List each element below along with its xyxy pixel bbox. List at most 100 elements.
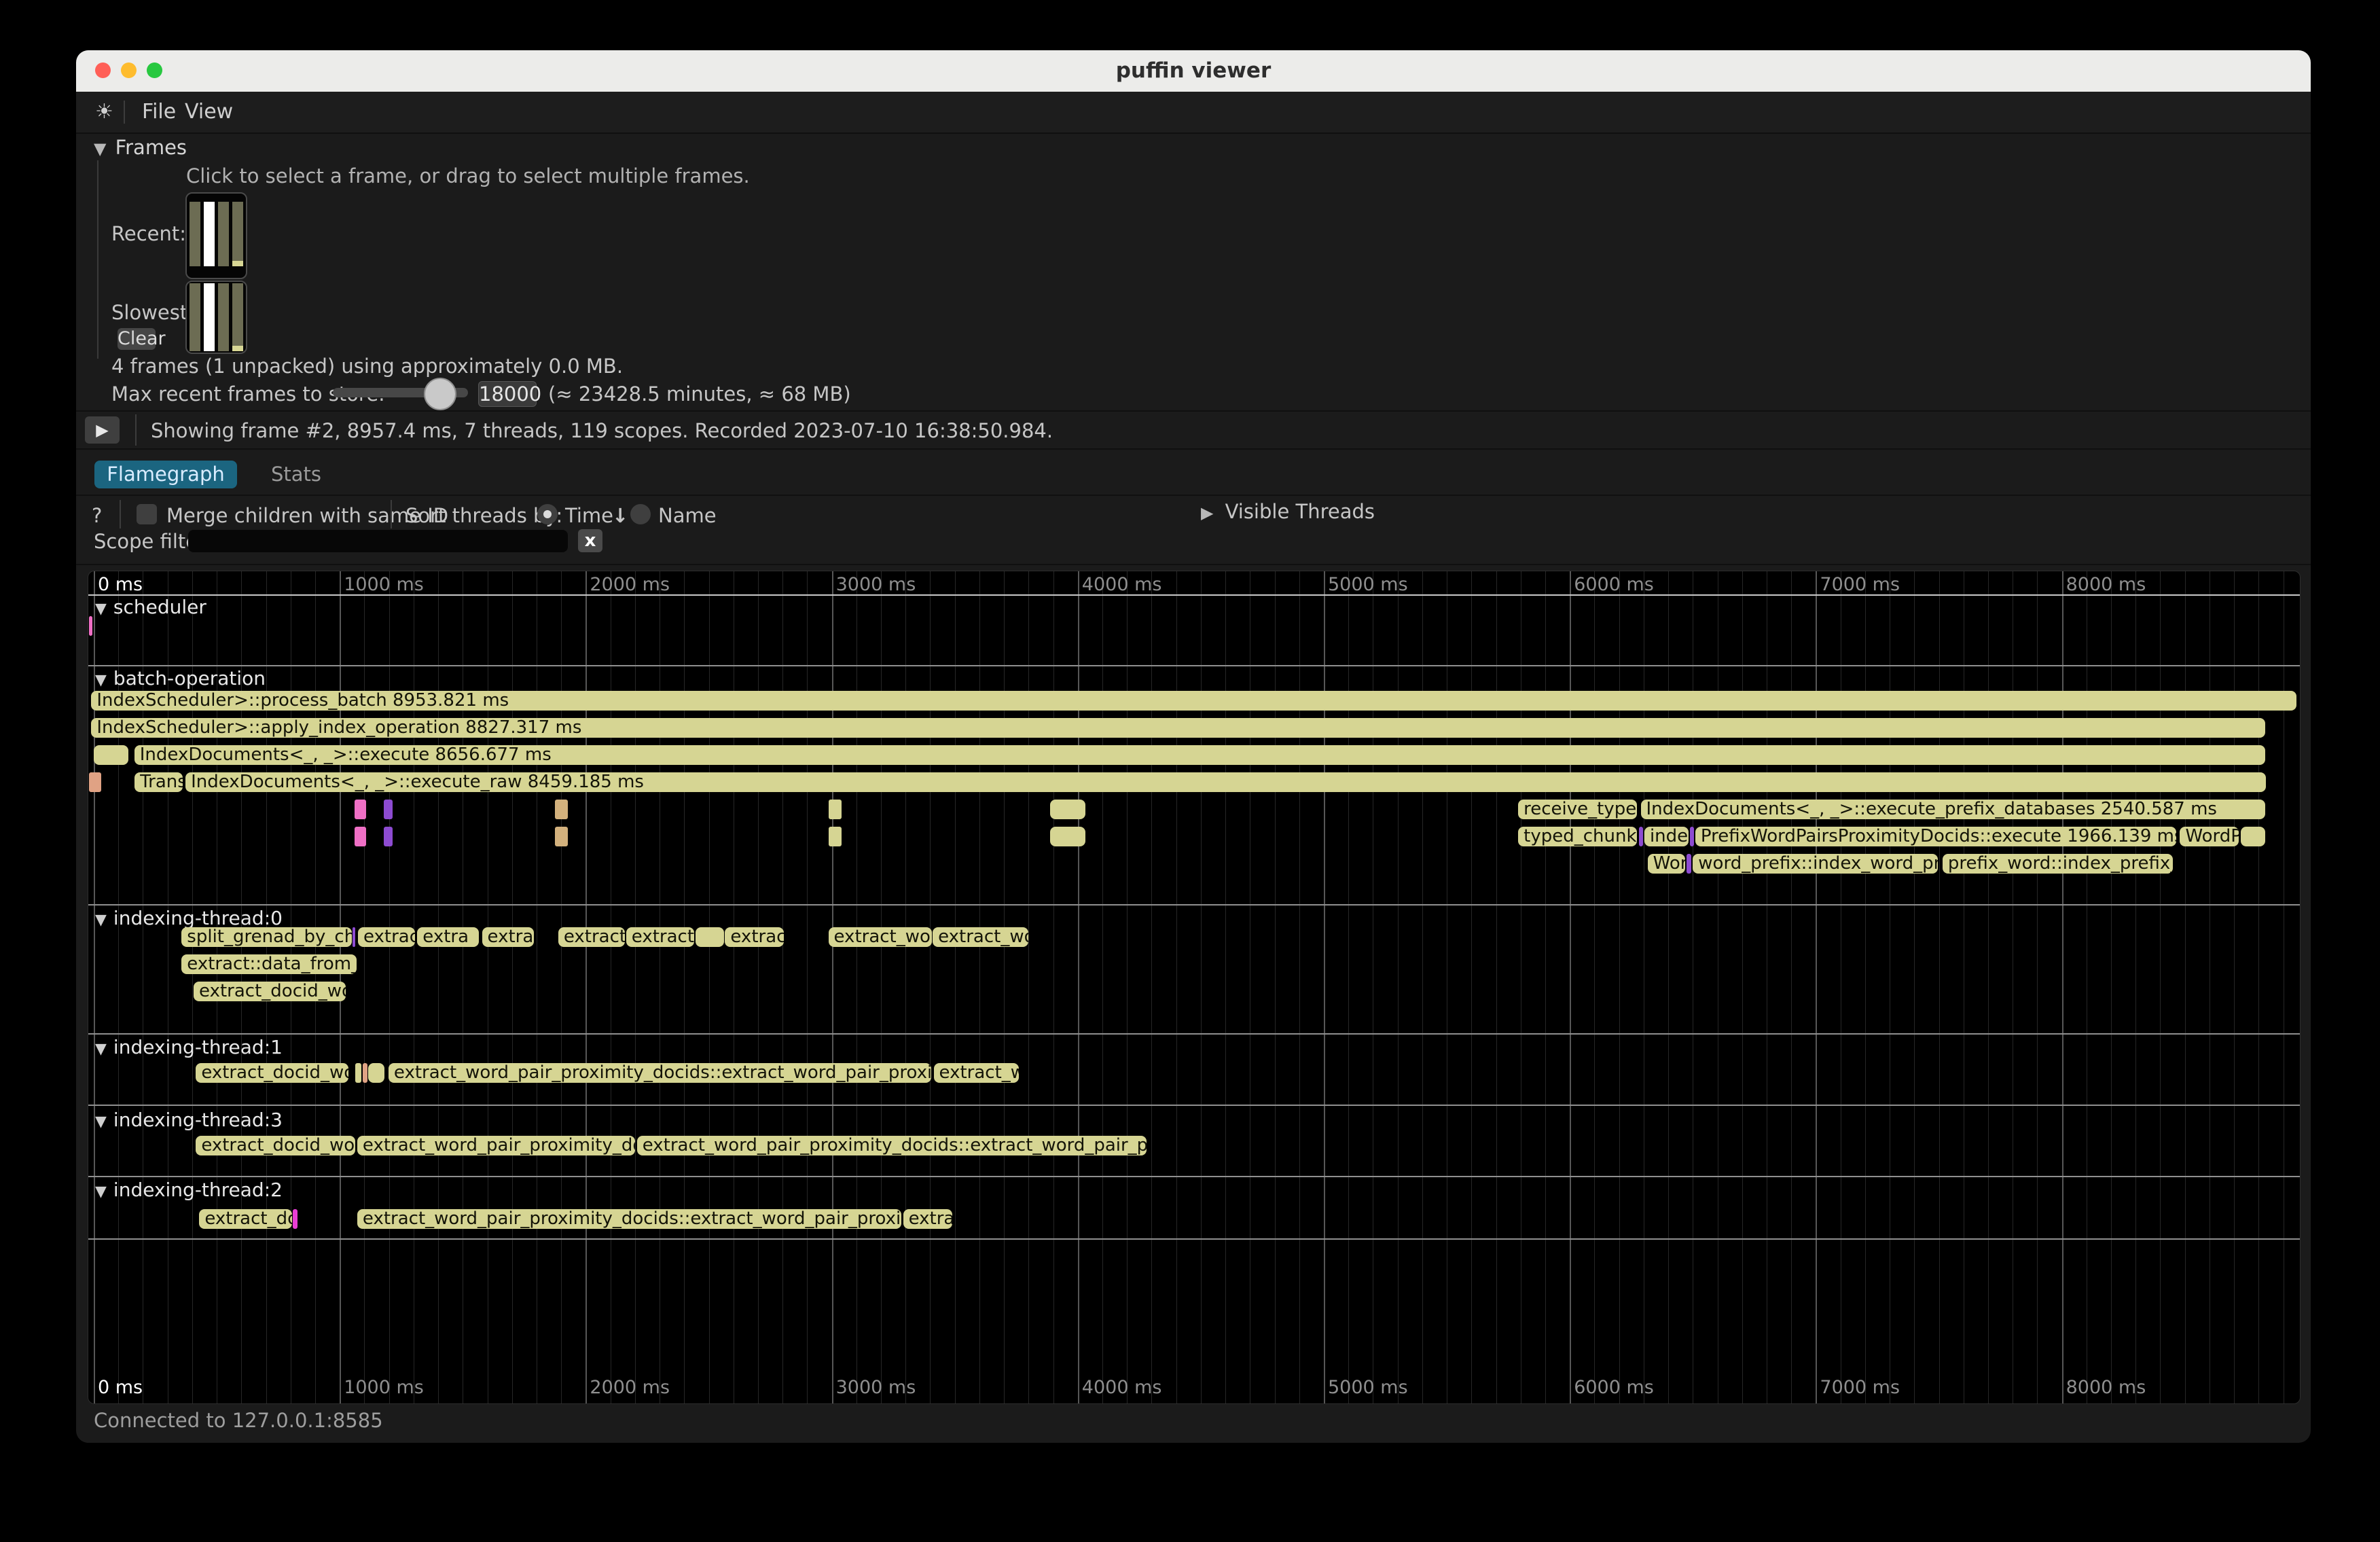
scope-bar[interactable] [94,745,128,765]
thread-header[interactable]: ▼batch-operation [95,667,266,689]
frame-bar[interactable] [232,283,243,351]
scope-bar[interactable] [355,1063,361,1083]
scope-bar[interactable]: extract_ [626,927,695,947]
slowest-thumbnail[interactable] [185,281,247,354]
scope-bar[interactable] [384,800,393,819]
scope-bar[interactable]: extract [358,927,415,947]
scope-bar[interactable]: extract_docid_word [196,1063,348,1083]
scope-bar[interactable]: word_prefix::index_word_prefix_ [1693,854,1938,874]
scope-bar[interactable] [355,827,366,846]
frame-bar[interactable] [190,202,200,266]
collapse-triangle-icon: ▼ [95,672,107,689]
scope-bar[interactable]: IndexDocuments<_, _>::execute 8656.677 m… [134,745,2265,765]
scope-bar[interactable] [1050,827,1085,846]
scope-bar[interactable]: extract_doc [199,1209,292,1229]
frame-bar[interactable] [204,283,215,351]
sort-name-label[interactable]: Name [658,504,717,527]
play-button[interactable]: ▶ [85,416,120,444]
scope-bar[interactable]: WordPr [2180,827,2238,846]
theme-toggle-sun-icon[interactable]: ☀ [95,92,113,132]
frame-status: Showing frame #2, 8957.4 ms, 7 threads, … [151,419,1053,442]
scope-bar[interactable]: index [1644,827,1689,846]
scope-bar[interactable]: extract_wo [934,1063,1019,1083]
frame-bar[interactable] [190,283,200,351]
scope-bar[interactable]: extract [725,927,784,947]
thread-header[interactable]: ▼indexing-thread:1 [95,1036,283,1058]
scope-bar[interactable]: extract_word_pair_proximity_docids::extr… [389,1063,931,1083]
frames-collapse-header[interactable]: ▼ Frames [94,136,187,159]
scope-bar[interactable] [355,800,366,819]
scope-bar[interactable]: extract_docid_word [194,982,346,1001]
scope-bar[interactable]: extract_wo [933,927,1028,947]
sort-name-radio[interactable] [630,504,651,524]
scope-bar[interactable] [363,1063,367,1083]
scope-bar[interactable] [1050,800,1085,819]
scope-bar[interactable] [829,827,842,846]
thread-header[interactable]: ▼indexing-thread:2 [95,1179,283,1201]
menu-view[interactable]: View [185,92,233,132]
scope-bar[interactable]: extract_docid_word [196,1136,355,1155]
flamegraph-panel[interactable]: 0 ms1000 ms2000 ms3000 ms4000 ms5000 ms6… [88,571,2301,1404]
scope-bar[interactable]: receive_typed_ [1518,800,1637,819]
scope-bar[interactable]: Trans [134,772,183,792]
max-frames-value[interactable]: 18000 [478,381,537,407]
app-window: puffin viewer ☀ File View ▼ Frames Click… [76,50,2311,1443]
sort-time-label[interactable]: Time [565,504,613,527]
menubar: ☀ File View [76,92,2311,134]
scope-bar[interactable]: extra [417,927,479,947]
scope-bar[interactable]: PrefixWordPairsProximityDocids::execute … [1695,827,2176,846]
visible-threads-header[interactable]: ▶ Visible Threads [1201,500,1375,523]
menu-file[interactable]: File [142,92,176,132]
scope-bar[interactable]: typed_chunk::w [1518,827,1637,846]
frame-bar[interactable] [218,283,229,351]
scope-bar[interactable]: IndexScheduler>::apply_index_operation 8… [91,718,2265,738]
scope-bar[interactable]: IndexDocuments<_, _>::execute_prefix_dat… [1641,800,2266,819]
scope-bar[interactable]: IndexDocuments<_, _>::execute_raw 8459.1… [185,772,2266,792]
frame-bar[interactable] [232,202,243,266]
scope-bar[interactable] [384,827,393,846]
scope-bar[interactable] [1687,854,1691,874]
scope-bar[interactable] [2241,827,2265,846]
frame-bar[interactable] [204,202,215,266]
scope-bar[interactable]: extract::data_from_ob [181,954,357,974]
frame-bar[interactable] [218,202,229,266]
scope-bar[interactable]: extract_word_pair_proximity_docids::extr… [637,1136,1147,1155]
clear-button[interactable]: Clear [118,328,156,350]
axis-tick-label: 8000 ms [2066,574,2146,595]
scope-bar[interactable]: extract_word_pair_proximity_docids::extr… [357,1209,901,1229]
thread-header[interactable]: ▼indexing-thread:0 [95,907,283,929]
tab-flamegraph[interactable]: Flamegraph [94,461,237,488]
sort-time-radio[interactable] [537,504,558,524]
scope-bar[interactable] [1639,827,1643,846]
thread-header[interactable]: ▼scheduler [95,596,206,618]
tab-stats[interactable]: Stats [271,461,321,488]
scope-filter-input[interactable] [188,530,568,552]
scope-bar[interactable] [293,1209,298,1229]
scope-bar[interactable]: extrac [482,927,534,947]
recent-thumbnail[interactable] [185,192,247,279]
scope-bar[interactable] [829,800,842,819]
scope-bar[interactable] [89,616,92,636]
scope-bar[interactable]: extract_ [558,927,625,947]
axis-tick-label: 0 ms [98,1377,143,1398]
scope-bar[interactable] [353,927,355,947]
scope-filter-clear-button[interactable]: x [578,529,602,552]
merge-children-checkbox[interactable] [137,504,157,524]
scope-bar[interactable]: extract_word_pair_proximity_docids [357,1136,635,1155]
scope-bar[interactable] [555,800,568,819]
scope-bar[interactable] [696,927,724,947]
scope-bar[interactable]: extract_word [829,927,932,947]
scope-bar[interactable] [1690,827,1694,846]
scope-bar[interactable]: Word [1648,854,1686,874]
scope-bar[interactable]: extrac [903,1209,952,1229]
scope-bar[interactable] [368,1063,384,1083]
scope-bar[interactable]: split_grenad_by_chun [181,927,352,947]
section-separator [88,1176,2300,1177]
scope-bar[interactable]: IndexScheduler>::process_batch 8953.821 … [91,691,2296,711]
scope-bar[interactable]: prefix_word::index_prefix_wo [1943,854,2173,874]
scope-bar[interactable] [555,827,568,846]
scope-bar[interactable] [89,772,101,792]
max-frames-slider-knob[interactable] [424,378,456,410]
help-button[interactable]: ? [92,504,102,527]
thread-header[interactable]: ▼indexing-thread:3 [95,1109,283,1131]
